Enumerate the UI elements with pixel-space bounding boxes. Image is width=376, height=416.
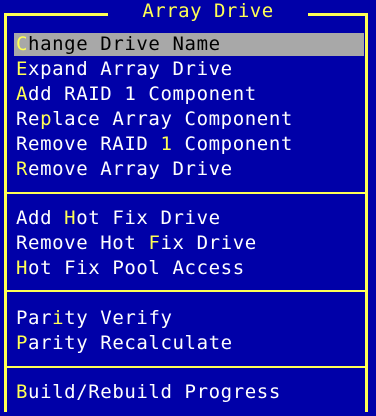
menu-item-label: ix Drive <box>160 232 257 254</box>
hotkey-letter: A <box>16 83 29 105</box>
menu-item-change-drive-name[interactable]: Change Drive Name <box>14 33 364 56</box>
menu-item-label: hange Drive Name <box>28 33 221 55</box>
menu-item-build-rebuild-progress[interactable]: Build/Rebuild Progress <box>14 381 364 404</box>
menu-top-border-right <box>308 13 368 16</box>
hotkey-letter: 1 <box>160 133 173 155</box>
menu-item-label: Component <box>172 133 293 155</box>
hotkey-letter: p <box>40 108 53 130</box>
hotkey-letter: C <box>16 33 29 55</box>
hotkey-letter: H <box>64 207 77 229</box>
hotkey-letter: F <box>148 232 161 254</box>
menu-item-parity-recalculate[interactable]: Parity Recalculate <box>14 332 364 355</box>
menu-divider <box>7 366 365 368</box>
menu-divider <box>7 192 365 194</box>
menu-item-label: ty Verify <box>64 307 173 329</box>
menu-item-hot-fix-pool-access[interactable]: Hot Fix Pool Access <box>14 257 364 280</box>
menu-item-expand-array-drive[interactable]: Expand Array Drive <box>14 58 364 81</box>
menu-item-label-prefix: Par <box>16 307 53 329</box>
menu-item-label-prefix: Remove RAID <box>16 133 161 155</box>
menu-item-label: arity Recalculate <box>28 332 233 354</box>
menu-item-label-prefix: Add <box>16 207 65 229</box>
menu-title: Array Drive <box>142 0 274 22</box>
menu-item-remove-raid1-component[interactable]: Remove RAID 1 Component <box>14 133 364 156</box>
menu-item-label: xpand Array Drive <box>28 58 233 80</box>
hotkey-letter: R <box>16 158 29 180</box>
array-drive-menu: Array Drive Change Drive Name Expand Arr… <box>0 0 376 416</box>
hotkey-letter: i <box>52 307 65 329</box>
menu-item-label: dd RAID 1 Component <box>28 83 257 105</box>
menu-top-border-left <box>4 13 108 16</box>
menu-item-parity-verify[interactable]: Parity Verify <box>14 307 364 330</box>
menu-item-label: lace Array Component <box>52 108 293 130</box>
hotkey-letter: P <box>16 332 29 354</box>
menu-item-replace-array-component[interactable]: Replace Array Component <box>14 108 364 131</box>
menu-item-label-prefix: Remove Hot <box>16 232 149 254</box>
menu-item-add-raid1-component[interactable]: Add RAID 1 Component <box>14 83 364 106</box>
menu-item-label-prefix: Re <box>16 108 41 130</box>
hotkey-letter: B <box>16 381 29 403</box>
menu-item-label: ot Fix Drive <box>76 207 221 229</box>
menu-item-remove-hot-fix-drive[interactable]: Remove Hot Fix Drive <box>14 232 364 255</box>
menu-divider <box>7 290 365 292</box>
hotkey-letter: E <box>16 58 29 80</box>
hotkey-letter: H <box>16 257 29 279</box>
menu-item-label: uild/Rebuild Progress <box>28 381 281 403</box>
menu-item-remove-array-drive[interactable]: Remove Array Drive <box>14 158 364 181</box>
menu-item-label: emove Array Drive <box>28 158 233 180</box>
menu-item-label: ot Fix Pool Access <box>28 257 245 279</box>
menu-item-add-hot-fix-drive[interactable]: Add Hot Fix Drive <box>14 207 364 230</box>
